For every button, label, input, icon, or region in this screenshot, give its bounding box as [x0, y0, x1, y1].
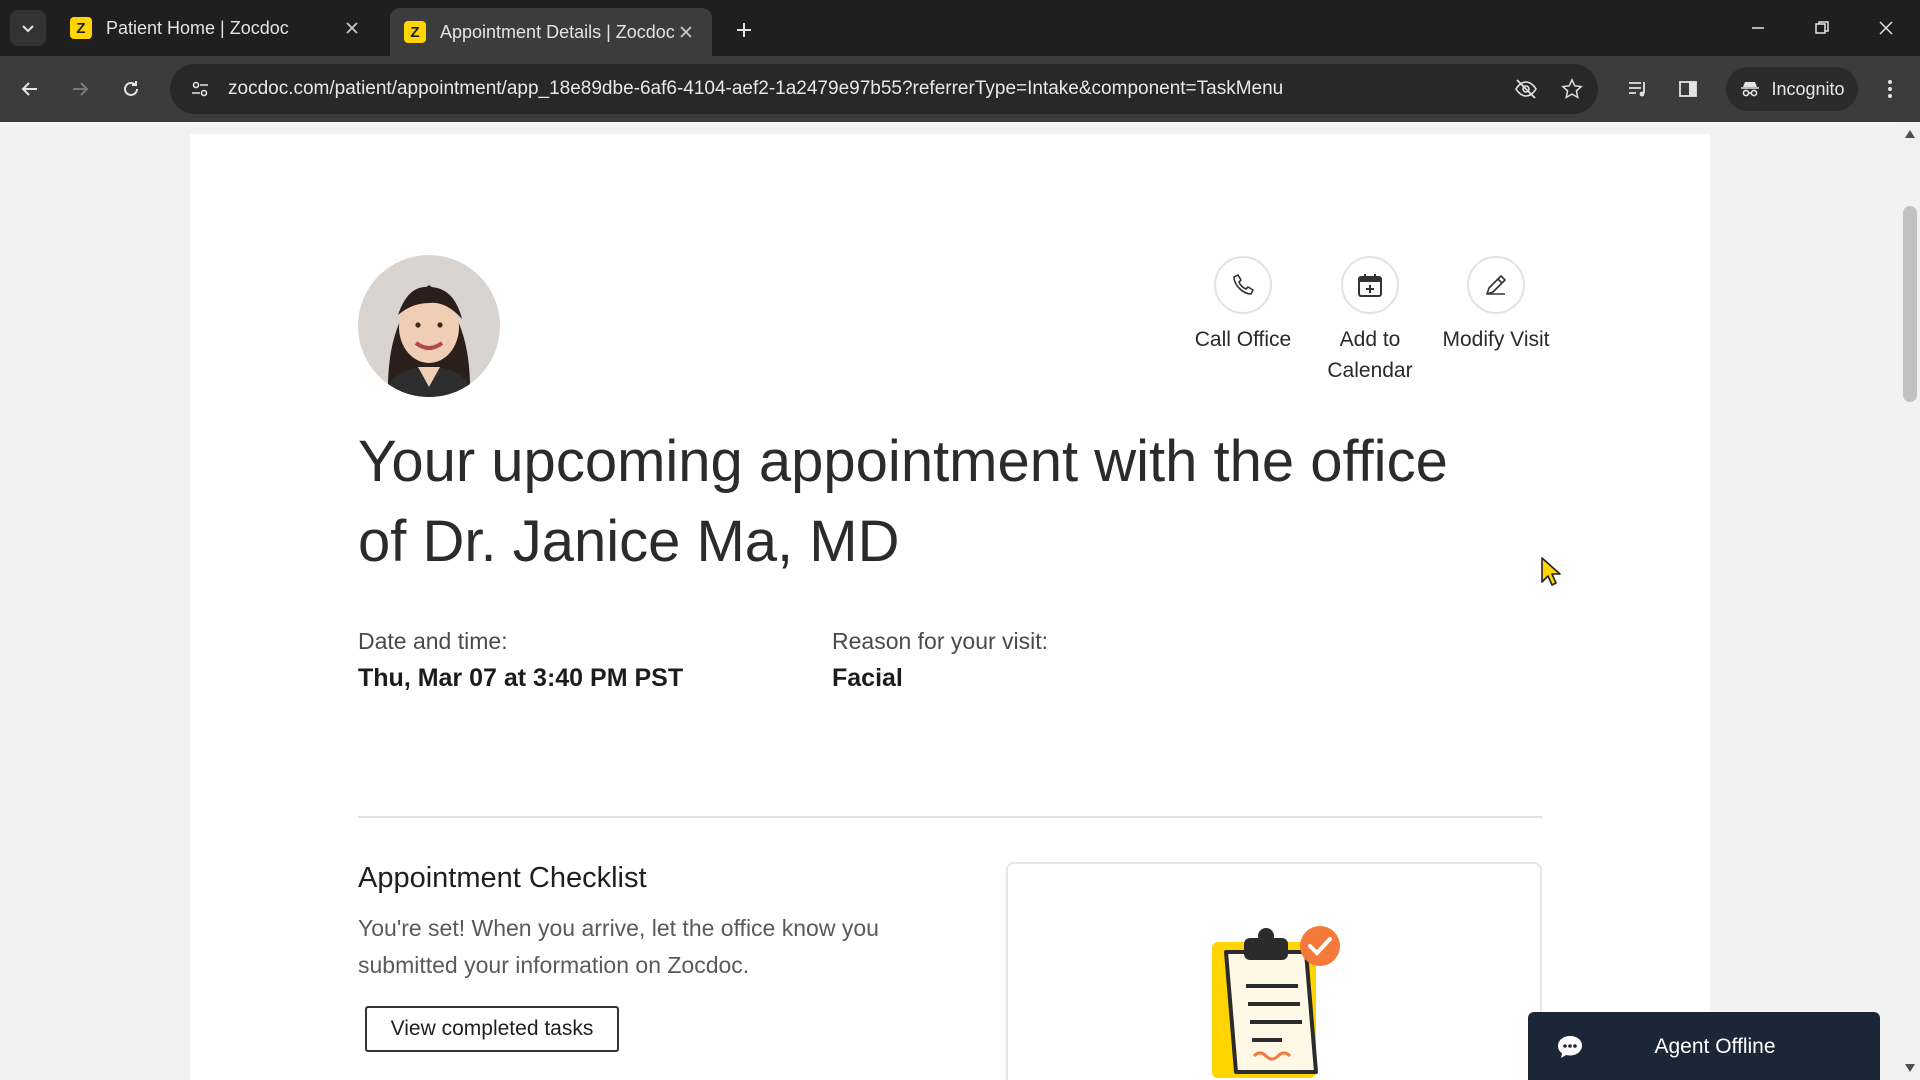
doctor-avatar [358, 255, 500, 397]
site-info-button[interactable] [178, 67, 222, 111]
appointment-card: Call Office Add to Calendar Modify Visit… [190, 134, 1710, 1080]
incognito-label: Incognito [1771, 78, 1845, 99]
tab-patient-home[interactable]: Z Patient Home | Zocdoc [56, 8, 378, 48]
chat-widget[interactable]: Agent Offline [1528, 1012, 1880, 1080]
media-controls-button[interactable] [1620, 71, 1656, 107]
address-bar[interactable]: zocdoc.com/patient/appointment/app_18e89… [170, 64, 1598, 114]
close-icon [346, 22, 358, 34]
triangle-down-icon [1905, 1064, 1915, 1072]
close-tab-button[interactable] [340, 16, 364, 40]
date-time-label: Date and time: [358, 628, 508, 654]
bookmark-button[interactable] [1552, 69, 1592, 109]
checklist-description: You're set! When you arrive, let the off… [358, 915, 879, 978]
browser-tab-bar: Z Patient Home | Zocdoc Z Appointment De… [0, 0, 1920, 56]
checklist-illustration-card [1006, 862, 1542, 1080]
zocdoc-favicon-icon: Z [404, 21, 426, 43]
add-to-calendar-button[interactable]: Add to Calendar [1310, 256, 1430, 386]
pencil-icon [1486, 275, 1506, 295]
tracking-protection-button[interactable] [1506, 69, 1546, 109]
side-panel-icon [1679, 81, 1697, 97]
scroll-down-button[interactable] [1904, 1062, 1916, 1074]
page-title: Your upcoming appointment with the offic… [358, 429, 1448, 574]
add-to-calendar-circle [1341, 256, 1399, 314]
close-icon [1879, 21, 1893, 35]
minimize-icon [1752, 27, 1764, 29]
chat-status-label: Agent Offline [1654, 1035, 1776, 1058]
doctor-photo-icon [358, 255, 500, 397]
close-tab-button[interactable] [674, 20, 698, 44]
clipboard-check-icon [1212, 926, 1340, 1078]
scroll-thumb[interactable] [1903, 206, 1917, 402]
mouse-cursor-icon [1541, 557, 1561, 586]
zocdoc-favicon-icon: Z [70, 17, 92, 39]
eye-off-icon [1515, 79, 1537, 99]
playlist-icon [1629, 82, 1645, 97]
modify-visit-label: Modify Visit [1442, 328, 1550, 351]
arrow-left-icon [21, 82, 37, 96]
side-panel-button[interactable] [1670, 71, 1706, 107]
visit-reason-value: Facial [832, 664, 903, 692]
modify-visit-button[interactable]: Modify Visit [1436, 256, 1556, 355]
restore-icon [1815, 21, 1829, 34]
plus-icon [737, 23, 751, 37]
close-icon [680, 26, 692, 38]
reload-icon [124, 81, 138, 96]
triangle-up-icon [1905, 130, 1915, 138]
calendar-plus-icon [1358, 274, 1382, 297]
date-time-value: Thu, Mar 07 at 3:40 PM PST [358, 664, 684, 692]
incognito-icon [1741, 82, 1760, 97]
visit-reason-label: Reason for your visit: [832, 628, 1049, 654]
add-to-calendar-label: Add to Calendar [1327, 328, 1413, 382]
reload-button[interactable] [113, 71, 149, 107]
restore-button[interactable] [1804, 10, 1840, 46]
new-tab-button[interactable] [728, 14, 760, 46]
arrow-right-icon [73, 82, 89, 96]
call-office-button[interactable]: Call Office [1183, 256, 1303, 355]
back-button[interactable] [12, 71, 48, 107]
incognito-badge[interactable]: Incognito [1726, 67, 1858, 111]
url-text: zocdoc.com/patient/appointment/app_18e89… [228, 78, 1284, 99]
minimize-button[interactable] [1740, 10, 1776, 46]
chevron-down-icon [22, 25, 34, 33]
scroll-up-button[interactable] [1904, 128, 1916, 140]
chat-bubble-icon [1550, 1027, 1590, 1067]
browser-menu-button[interactable] [1872, 71, 1908, 107]
star-icon [1561, 78, 1583, 99]
browser-toolbar: zocdoc.com/patient/appointment/app_18e89… [0, 56, 1920, 122]
view-completed-tasks-button[interactable]: View completed tasks [365, 1006, 619, 1052]
tab-title: Appointment Details | Zocdoc [440, 21, 674, 42]
call-office-circle [1214, 256, 1272, 314]
section-divider [358, 816, 1542, 818]
checklist-title: Appointment Checklist [358, 862, 647, 894]
modify-visit-circle [1467, 256, 1525, 314]
tab-title: Patient Home | Zocdoc [106, 17, 289, 38]
phone-icon [1233, 274, 1254, 295]
forward-button[interactable] [62, 71, 98, 107]
tab-appointment-details[interactable]: Z Appointment Details | Zocdoc [390, 8, 712, 56]
tune-icon [192, 81, 208, 97]
page-viewport: Call Office Add to Calendar Modify Visit… [0, 122, 1920, 1080]
call-office-label: Call Office [1194, 328, 1292, 351]
page-scrollbar[interactable] [1900, 122, 1920, 1080]
more-vertical-icon [1888, 80, 1892, 98]
tab-search-button[interactable] [10, 10, 46, 46]
close-window-button[interactable] [1868, 10, 1904, 46]
